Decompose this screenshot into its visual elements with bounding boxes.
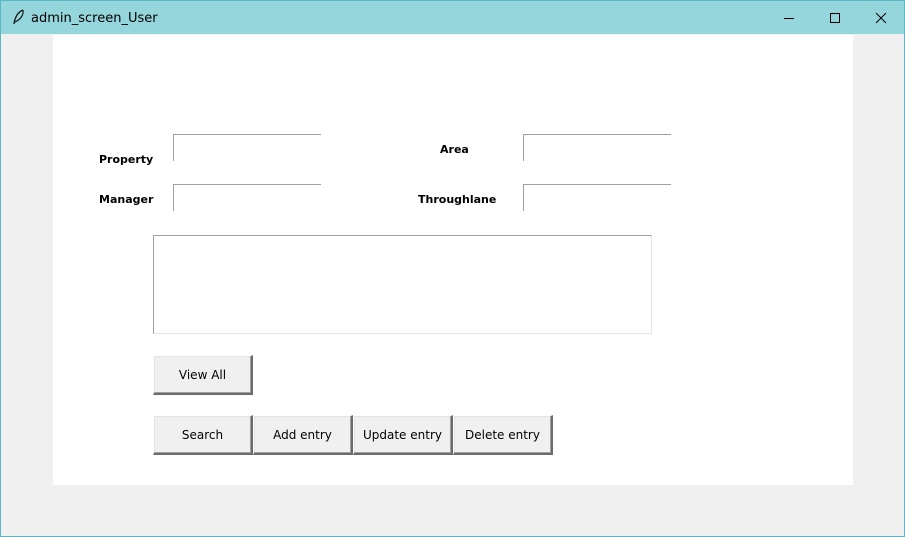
minimize-icon bbox=[784, 17, 794, 19]
minimize-button[interactable] bbox=[766, 1, 812, 34]
title-bar[interactable]: admin_screen_User bbox=[1, 1, 904, 34]
area-input[interactable] bbox=[524, 135, 671, 161]
maximize-icon bbox=[830, 12, 840, 23]
form-canvas: Property Area Manager Throughlane View A… bbox=[53, 35, 853, 485]
manager-entry[interactable] bbox=[173, 184, 321, 211]
view-all-button[interactable]: View All bbox=[153, 355, 253, 395]
window-title: admin_screen_User bbox=[31, 11, 158, 26]
search-button[interactable]: Search bbox=[153, 415, 253, 455]
delete-entry-button[interactable]: Delete entry bbox=[453, 415, 553, 455]
throughlane-label: Throughlane bbox=[418, 193, 497, 206]
app-window: admin_screen_User Property Area Manager … bbox=[0, 0, 905, 537]
results-listbox[interactable] bbox=[153, 235, 652, 334]
feather-icon bbox=[11, 9, 27, 27]
area-label: Area bbox=[440, 143, 469, 156]
throughlane-input[interactable] bbox=[524, 185, 671, 211]
property-label: Property bbox=[99, 153, 154, 166]
maximize-button[interactable] bbox=[812, 1, 858, 34]
property-input[interactable] bbox=[174, 135, 321, 161]
throughlane-entry[interactable] bbox=[523, 184, 671, 211]
close-button[interactable] bbox=[858, 1, 904, 34]
update-entry-button[interactable]: Update entry bbox=[353, 415, 453, 455]
area-entry[interactable] bbox=[523, 134, 671, 161]
property-entry[interactable] bbox=[173, 134, 321, 161]
close-icon bbox=[875, 12, 887, 23]
manager-label: Manager bbox=[99, 193, 154, 206]
manager-input[interactable] bbox=[174, 185, 321, 211]
add-entry-button[interactable]: Add entry bbox=[253, 415, 353, 455]
